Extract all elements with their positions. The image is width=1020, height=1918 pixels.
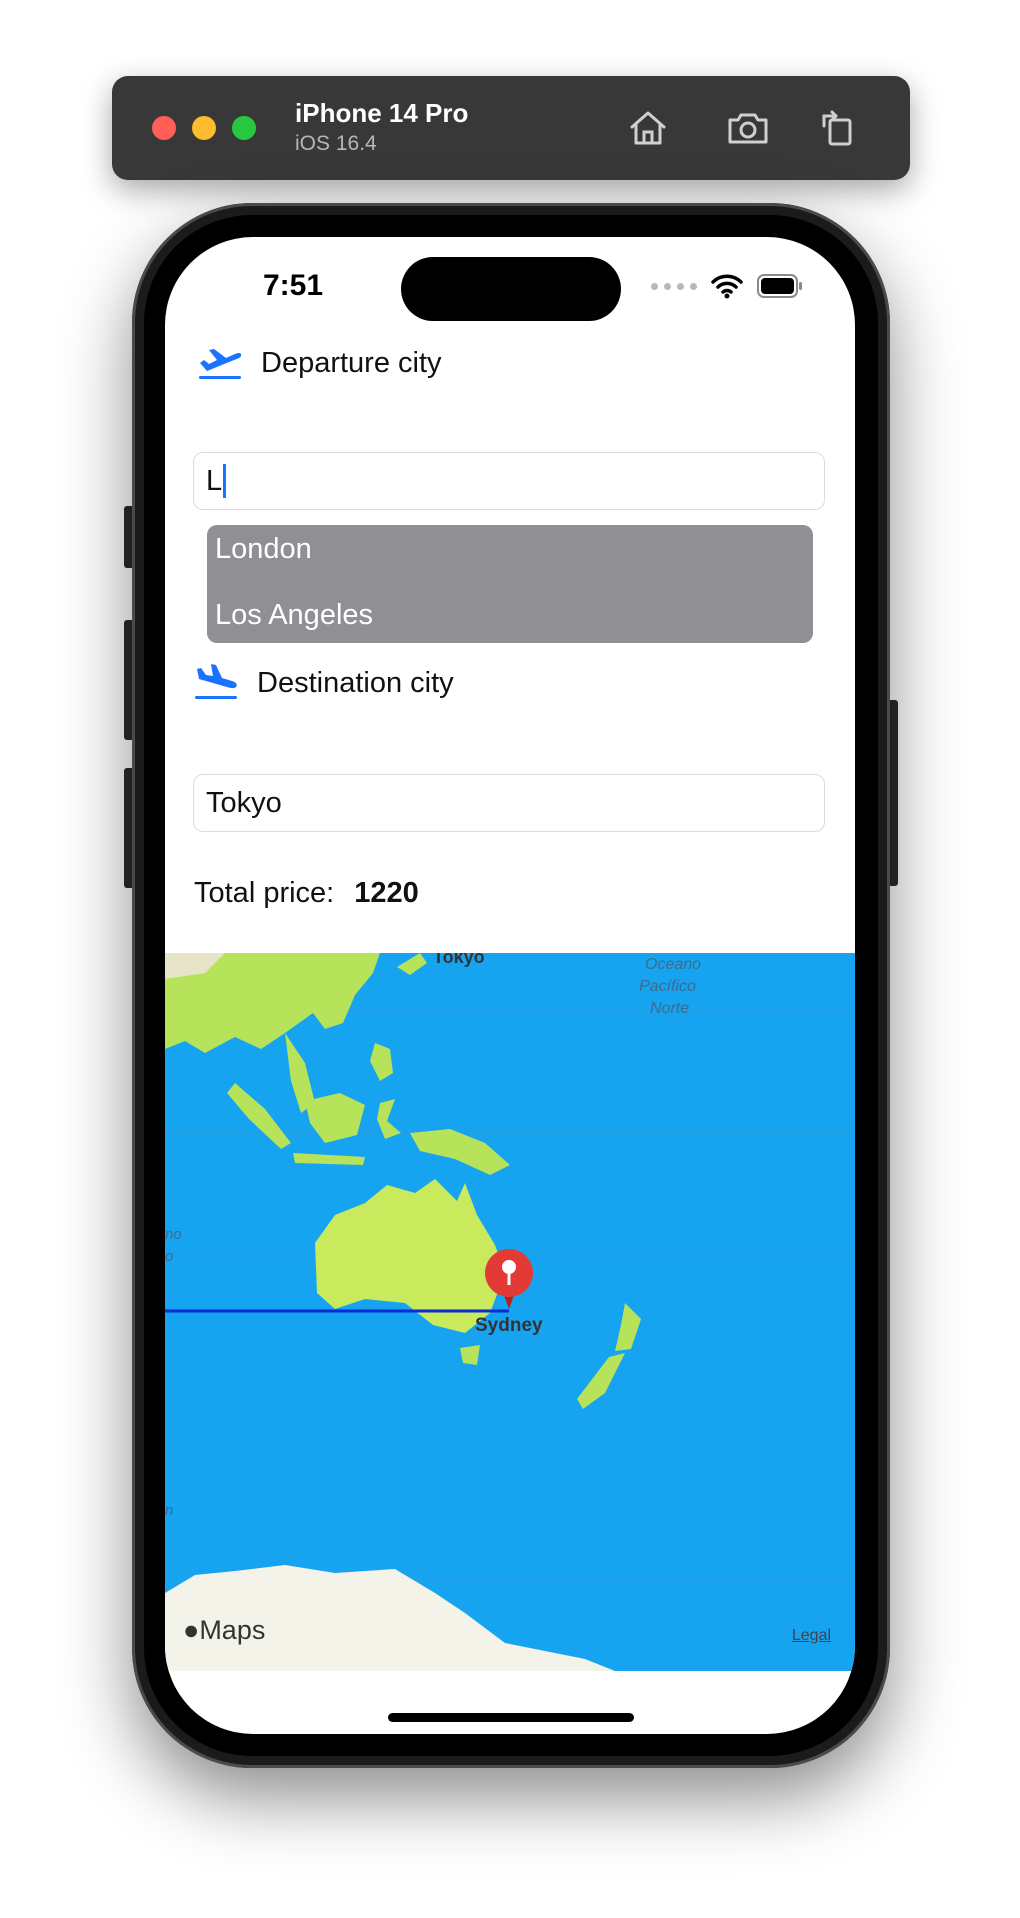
status-icons	[651, 271, 803, 301]
japan-island	[397, 953, 427, 975]
departure-city-label: Departure city	[261, 346, 442, 379]
screenshot-button[interactable]	[724, 104, 772, 152]
signal-dots-icon	[651, 282, 697, 290]
map-label-sydney: Sydney	[475, 1315, 543, 1336]
home-icon	[630, 111, 666, 145]
legal-link[interactable]: Legal	[792, 1627, 831, 1645]
close-window-button[interactable]	[152, 116, 176, 140]
dynamic-island	[401, 257, 621, 321]
maps-attribution-text: Maps	[199, 1615, 266, 1645]
minimize-window-button[interactable]	[192, 116, 216, 140]
destination-city-input[interactable]: Tokyo	[193, 774, 825, 832]
status-time: 7:51	[263, 269, 324, 302]
map-label-ocean-2: Pacífico	[639, 978, 696, 995]
map-view[interactable]: Tokyo Oceano Pacífico Norte Sydney no o …	[165, 953, 855, 1671]
destination-city-label: Destination city	[257, 666, 454, 699]
sumatra-island	[227, 1083, 291, 1149]
map-label-ocean-3: Norte	[650, 1000, 689, 1017]
wifi-icon	[711, 274, 743, 299]
philippines-islands	[370, 1043, 393, 1081]
suggestion-item-london[interactable]: London	[215, 533, 312, 566]
destination-label-row: Destination city	[191, 663, 454, 703]
plane-arrival-icon	[195, 664, 237, 699]
total-price-label: Total price:	[194, 877, 335, 909]
borneo-island	[305, 1093, 365, 1143]
phone-screen: 7:51 Departure city L London Los Angeles	[165, 237, 855, 1734]
home-indicator[interactable]	[388, 1713, 634, 1722]
apple-logo-icon: ●	[183, 1615, 200, 1645]
java-island	[293, 1153, 365, 1165]
map-label-ocean-1: Oceano	[645, 956, 701, 973]
departure-city-input[interactable]: L	[193, 452, 825, 510]
map-canvas: Tokyo Oceano Pacífico Norte Sydney no o …	[165, 953, 855, 1671]
new-zealand-north-island	[615, 1303, 641, 1351]
destination-input-text: Tokyo	[206, 786, 282, 819]
map-label-tokyo: Tokyo	[433, 953, 485, 967]
suggestion-item-los-angeles[interactable]: Los Angeles	[215, 599, 373, 632]
zoom-window-button[interactable]	[232, 116, 256, 140]
simulator-toolbar: iPhone 14 Pro iOS 16.4	[112, 76, 910, 180]
departure-label-row: Departure city	[195, 343, 442, 383]
new-guinea-island	[410, 1129, 510, 1175]
simulator-device-name: iPhone 14 Pro	[295, 98, 469, 128]
screenshot-camera-icon	[728, 113, 768, 144]
map-label-left-cut-1: no	[165, 1226, 182, 1243]
tasmania-island	[460, 1345, 480, 1365]
rotate-button[interactable]	[814, 104, 862, 152]
new-zealand-south-island	[577, 1353, 625, 1409]
simulator-os-version: iOS 16.4	[295, 132, 377, 155]
maps-attribution: ●Maps	[183, 1615, 265, 1646]
text-caret	[223, 464, 226, 498]
departure-input-text: L	[206, 464, 223, 497]
city-suggestions-list: London Los Angeles	[207, 525, 813, 643]
total-price-value: 1220	[354, 877, 419, 909]
home-button[interactable]	[624, 104, 672, 152]
map-label-left-cut-2: o	[165, 1248, 173, 1265]
battery-icon	[757, 274, 802, 298]
total-price-row: Total price: 1220	[194, 877, 419, 910]
map-label-left-cut-3: n	[165, 1502, 173, 1519]
rotate-icon	[822, 110, 852, 146]
plane-departure-icon	[199, 349, 242, 379]
